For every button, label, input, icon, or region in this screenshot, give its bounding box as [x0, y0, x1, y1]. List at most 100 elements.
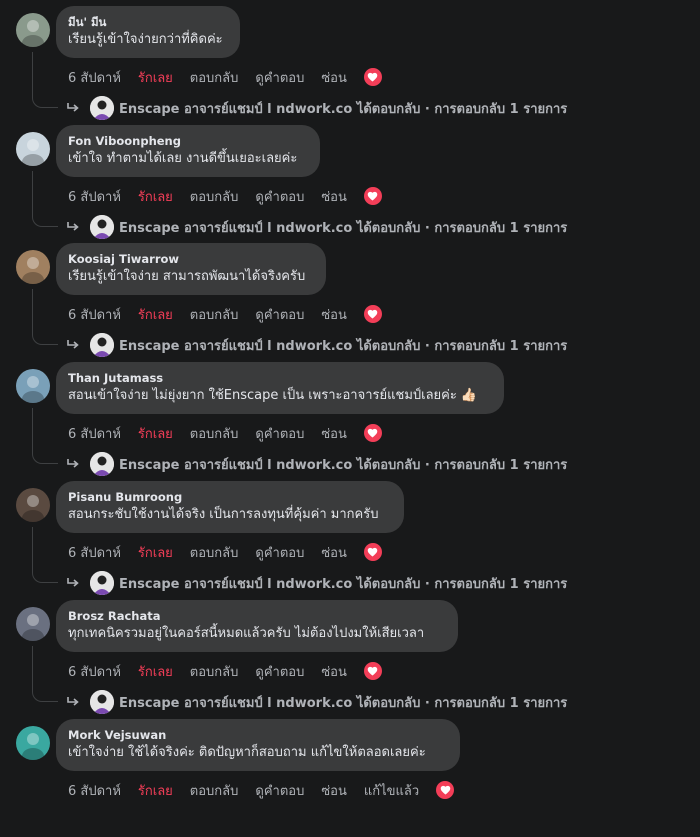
avatar[interactable]: [16, 726, 50, 760]
avatar[interactable]: [16, 13, 50, 47]
replier-avatar: [90, 571, 114, 595]
thread-connector: [32, 289, 58, 345]
replier-avatar: [90, 96, 114, 120]
comment-timestamp[interactable]: 6 สัปดาห์: [68, 661, 121, 682]
heart-reaction-icon[interactable]: [363, 543, 382, 561]
comment-author[interactable]: มีน' มีน: [68, 14, 228, 30]
hide-button[interactable]: ซ่อน: [321, 186, 347, 207]
avatar[interactable]: [16, 132, 50, 166]
see-reply-button[interactable]: ดูคำตอบ: [255, 542, 304, 563]
heart-reaction-icon[interactable]: [363, 187, 382, 205]
replier-avatar: [90, 333, 114, 357]
reply-button[interactable]: ตอบกลับ: [190, 661, 239, 682]
see-reply-button[interactable]: ดูคำตอบ: [255, 423, 304, 444]
view-replies-link[interactable]: Enscape อาจารย์แชมป์ l ndwork.co ได้ตอบก…: [66, 332, 567, 358]
hide-button[interactable]: ซ่อน: [321, 423, 347, 444]
comment-author[interactable]: Mork Vejsuwan: [68, 727, 448, 743]
reply-button[interactable]: ตอบกลับ: [190, 304, 239, 325]
comment-thread: มีน' มีน เรียนรู้เข้าใจง่ายกว่าที่คิดค่ะ…: [0, 6, 700, 124]
comment-timestamp[interactable]: 6 สัปดาห์: [68, 423, 121, 444]
reply-button[interactable]: ตอบกลับ: [190, 423, 239, 444]
heart-reaction-icon[interactable]: [363, 305, 382, 323]
comment-actions: 6 สัปดาห์ รักเลย ตอบกลับ ดูคำตอบ ซ่อน: [68, 543, 399, 561]
comment-bubble: มีน' มีน เรียนรู้เข้าใจง่ายกว่าที่คิดค่ะ: [56, 6, 240, 58]
thread-connector: [32, 408, 58, 464]
avatar[interactable]: [16, 607, 50, 641]
replier-avatar: [90, 452, 114, 476]
comment-thread: Fon Viboonpheng เข้าใจ ทำตามได้เลย งานดี…: [0, 125, 700, 243]
comment-bubble: Koosiaj Tiwarrow เรียนรู้เข้าใจง่าย สามา…: [56, 243, 326, 295]
comment-timestamp[interactable]: 6 สัปดาห์: [68, 304, 121, 325]
love-reaction-button[interactable]: รักเลย: [138, 67, 173, 88]
comment-author[interactable]: Than Jutamass: [68, 370, 492, 386]
see-reply-button[interactable]: ดูคำตอบ: [255, 304, 304, 325]
view-replies-link[interactable]: Enscape อาจารย์แชมป์ l ndwork.co ได้ตอบก…: [66, 451, 567, 477]
reply-summary: Enscape อาจารย์แชมป์ l ndwork.co ได้ตอบก…: [119, 101, 568, 117]
hide-button[interactable]: ซ่อน: [321, 67, 347, 88]
comment-bubble: Fon Viboonpheng เข้าใจ ทำตามได้เลย งานดี…: [56, 125, 320, 177]
comment-timestamp[interactable]: 6 สัปดาห์: [68, 780, 121, 801]
heart-reaction-icon[interactable]: [363, 68, 382, 86]
comment-actions: 6 สัปดาห์ รักเลย ตอบกลับ ดูคำตอบ ซ่อน: [68, 305, 399, 323]
hide-button[interactable]: ซ่อน: [321, 661, 347, 682]
comment-author[interactable]: Fon Viboonpheng: [68, 133, 308, 149]
reply-button[interactable]: ตอบกลับ: [190, 186, 239, 207]
view-replies-link[interactable]: Enscape อาจารย์แชมป์ l ndwork.co ได้ตอบก…: [66, 214, 567, 240]
comment-timestamp[interactable]: 6 สัปดาห์: [68, 542, 121, 563]
comment-actions: 6 สัปดาห์ รักเลย ตอบกลับ ดูคำตอบ ซ่อน แก…: [68, 781, 471, 799]
comment-timestamp[interactable]: 6 สัปดาห์: [68, 67, 121, 88]
comment-text: ทุกเทคนิครวมอยู่ในคอร์สนี้หมดแล้วครับ ไม…: [68, 626, 425, 641]
love-reaction-button[interactable]: รักเลย: [138, 542, 173, 563]
hide-button[interactable]: ซ่อน: [321, 304, 347, 325]
reply-arrow-icon: [66, 102, 80, 114]
heart-reaction-icon[interactable]: [363, 662, 382, 680]
reply-summary: Enscape อาจารย์แชมป์ l ndwork.co ได้ตอบก…: [119, 695, 568, 711]
hide-button[interactable]: ซ่อน: [321, 542, 347, 563]
see-reply-button[interactable]: ดูคำตอบ: [255, 661, 304, 682]
love-reaction-button[interactable]: รักเลย: [138, 661, 173, 682]
edited-label[interactable]: แก้ไขแล้ว: [364, 780, 419, 801]
reply-button[interactable]: ตอบกลับ: [190, 542, 239, 563]
comment-text: เรียนรู้เข้าใจง่ายกว่าที่คิดค่ะ: [68, 32, 223, 47]
replier-avatar: [90, 215, 114, 239]
thread-connector: [32, 527, 58, 583]
see-reply-button[interactable]: ดูคำตอบ: [255, 186, 304, 207]
reply-summary: Enscape อาจารย์แชมป์ l ndwork.co ได้ตอบก…: [119, 576, 568, 592]
avatar[interactable]: [16, 369, 50, 403]
comment-text: สอนเข้าใจง่าย ไม่ยุ่งยาก ใช้Enscape เป็น…: [68, 388, 478, 403]
heart-reaction-icon[interactable]: [436, 781, 455, 799]
thread-connector: [32, 52, 58, 108]
comment-actions: 6 สัปดาห์ รักเลย ตอบกลับ ดูคำตอบ ซ่อน: [68, 662, 399, 680]
comment-bubble: Brosz Rachata ทุกเทคนิครวมอยู่ในคอร์สนี้…: [56, 600, 458, 652]
heart-reaction-icon[interactable]: [363, 424, 382, 442]
avatar[interactable]: [16, 488, 50, 522]
comment-bubble: Mork Vejsuwan เข้าใจง่าย ใช้ได้จริงค่ะ ต…: [56, 719, 460, 771]
love-reaction-button[interactable]: รักเลย: [138, 186, 173, 207]
hide-button[interactable]: ซ่อน: [321, 780, 347, 801]
avatar[interactable]: [16, 250, 50, 284]
see-reply-button[interactable]: ดูคำตอบ: [255, 67, 304, 88]
comment-author[interactable]: Brosz Rachata: [68, 608, 446, 624]
comment-thread: Brosz Rachata ทุกเทคนิครวมอยู่ในคอร์สนี้…: [0, 600, 700, 718]
comment-thread: Mork Vejsuwan เข้าใจง่าย ใช้ได้จริงค่ะ ต…: [0, 719, 700, 837]
reply-button[interactable]: ตอบกลับ: [190, 67, 239, 88]
love-reaction-button[interactable]: รักเลย: [138, 423, 173, 444]
reply-arrow-icon: [66, 577, 80, 589]
view-replies-link[interactable]: Enscape อาจารย์แชมป์ l ndwork.co ได้ตอบก…: [66, 689, 567, 715]
love-reaction-button[interactable]: รักเลย: [138, 304, 173, 325]
thread-connector: [32, 646, 58, 702]
comment-timestamp[interactable]: 6 สัปดาห์: [68, 186, 121, 207]
comment-actions: 6 สัปดาห์ รักเลย ตอบกลับ ดูคำตอบ ซ่อน: [68, 68, 399, 86]
replier-avatar: [90, 690, 114, 714]
comment-thread: Pisanu Bumroong สอนกระชับใช้งานได้จริง เ…: [0, 481, 700, 599]
reply-button[interactable]: ตอบกลับ: [190, 780, 239, 801]
comment-author[interactable]: Koosiaj Tiwarrow: [68, 251, 314, 267]
comment-author[interactable]: Pisanu Bumroong: [68, 489, 392, 505]
thread-connector: [32, 171, 58, 227]
reply-arrow-icon: [66, 458, 80, 470]
view-replies-link[interactable]: Enscape อาจารย์แชมป์ l ndwork.co ได้ตอบก…: [66, 570, 567, 596]
view-replies-link[interactable]: Enscape อาจารย์แชมป์ l ndwork.co ได้ตอบก…: [66, 95, 567, 121]
reply-summary: Enscape อาจารย์แชมป์ l ndwork.co ได้ตอบก…: [119, 220, 568, 236]
love-reaction-button[interactable]: รักเลย: [138, 780, 173, 801]
see-reply-button[interactable]: ดูคำตอบ: [255, 780, 304, 801]
